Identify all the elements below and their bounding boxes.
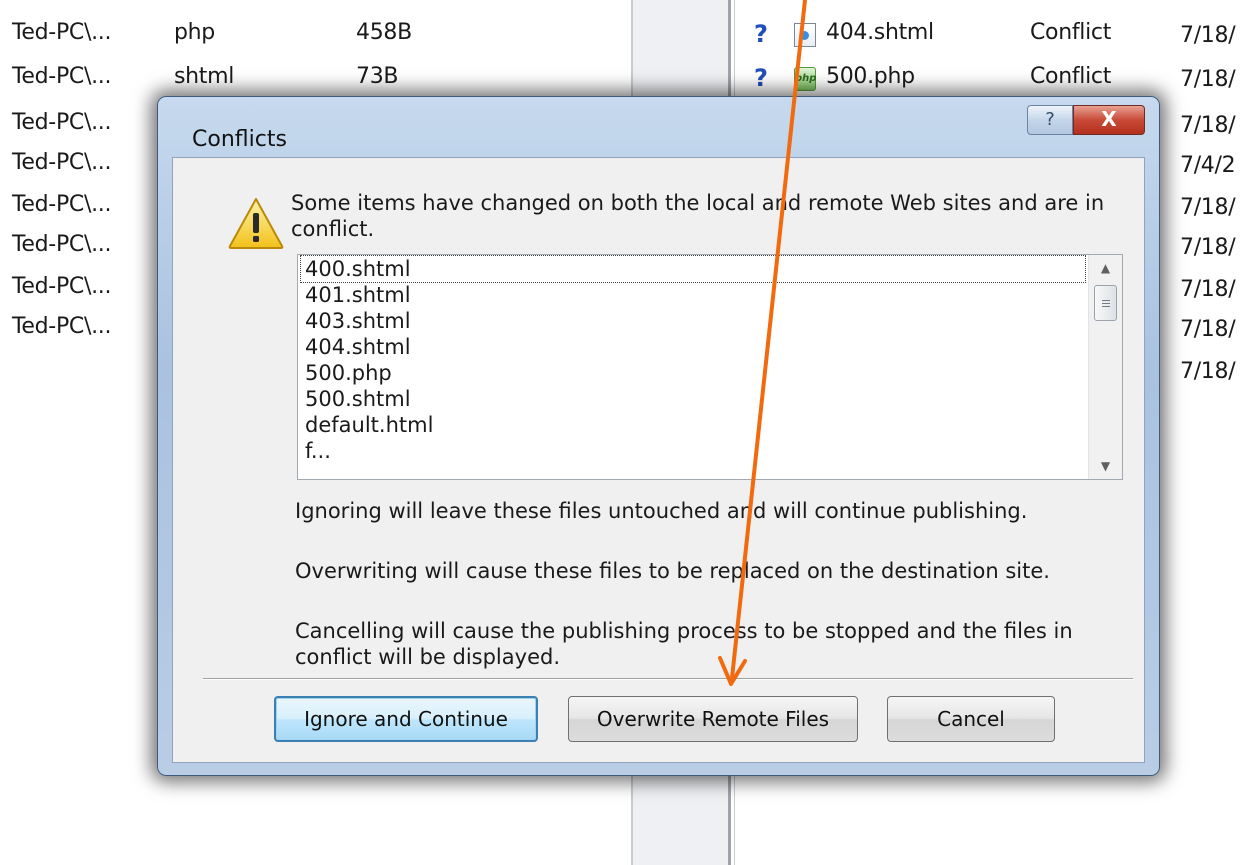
local-path: Ted-PC\...	[12, 192, 112, 217]
local-path: Ted-PC\...	[12, 232, 112, 257]
scroll-down-arrow-icon[interactable]: ▼	[1089, 453, 1122, 479]
list-item[interactable]: 401.shtml	[305, 282, 411, 308]
html-file-icon	[794, 23, 816, 47]
list-item[interactable]: f...	[305, 438, 331, 464]
remote-file-date: 7/18/	[1180, 113, 1236, 138]
local-row[interactable]: Ted-PC\... php 458B	[0, 20, 640, 54]
local-type: shtml	[174, 64, 235, 89]
local-path: Ted-PC\...	[12, 274, 112, 299]
local-path: Ted-PC\...	[12, 150, 112, 175]
grip-icon	[1102, 303, 1110, 304]
overwrite-explanation: Overwriting will cause these files to be…	[295, 559, 1050, 583]
list-item[interactable]: 400.shtml	[300, 255, 1086, 283]
remote-file-date: 7/18/	[1180, 277, 1236, 302]
local-type: php	[174, 20, 215, 45]
list-item[interactable]: default.html	[305, 412, 433, 438]
grip-icon	[1102, 306, 1110, 307]
dialog-title: Conflicts	[192, 127, 287, 152]
overwrite-remote-files-button[interactable]: Overwrite Remote Files	[568, 696, 858, 742]
remote-file-name: 500.php	[826, 64, 915, 89]
list-scrollbar[interactable]: ▲ ▼	[1088, 255, 1122, 479]
remote-file-status: Conflict	[1030, 64, 1112, 89]
close-button[interactable]: X	[1073, 105, 1145, 135]
remote-file-date: 7/18/	[1180, 23, 1236, 48]
ignore-explanation: Ignoring will leave these files untouche…	[295, 499, 1028, 523]
title-bar-buttons: ? X	[1027, 105, 1145, 135]
dialog-body: Some items have changed on both the loca…	[172, 157, 1145, 763]
scroll-thumb[interactable]	[1094, 285, 1117, 321]
warning-icon	[228, 198, 284, 249]
local-path: Ted-PC\...	[12, 64, 112, 89]
local-size: 73B	[356, 64, 399, 89]
ignore-and-continue-button[interactable]: Ignore and Continue	[274, 696, 538, 742]
list-item[interactable]: 403.shtml	[305, 308, 411, 334]
remote-file-date: 7/4/2	[1180, 153, 1236, 178]
cancel-explanation: Cancelling will cause the publishing pro…	[295, 619, 1073, 669]
question-mark-icon: ?	[754, 20, 768, 48]
local-path: Ted-PC\...	[12, 110, 112, 135]
list-item[interactable]: 500.shtml	[305, 386, 411, 412]
remote-file-date: 7/18/	[1180, 317, 1236, 342]
cancel-button[interactable]: Cancel	[887, 696, 1055, 742]
help-button[interactable]: ?	[1027, 105, 1073, 135]
remote-file-date: 7/18/	[1180, 195, 1236, 220]
conflict-file-list[interactable]: 400.shtml 401.shtml 403.shtml 404.shtml …	[297, 254, 1123, 480]
conflict-message: Some items have changed on both the loca…	[291, 191, 1105, 241]
remote-file-name: 404.shtml	[826, 20, 934, 45]
question-mark-icon: ?	[754, 64, 768, 92]
php-file-icon: php	[794, 67, 816, 91]
remote-file-status: Conflict	[1030, 20, 1112, 45]
list-item[interactable]: 500.php	[305, 360, 392, 386]
button-separator	[203, 678, 1133, 680]
local-row[interactable]: Ted-PC\... shtml 73B	[0, 64, 640, 98]
grip-icon	[1102, 300, 1110, 301]
local-path: Ted-PC\...	[12, 20, 112, 45]
scroll-up-arrow-icon[interactable]: ▲	[1089, 255, 1122, 281]
conflicts-dialog: Conflicts ? X Some items have changed on…	[157, 96, 1160, 776]
remote-file-date: 7/18/	[1180, 67, 1236, 92]
local-path: Ted-PC\...	[12, 314, 112, 339]
remote-file-date: 7/18/	[1180, 235, 1236, 260]
list-item[interactable]: 404.shtml	[305, 334, 411, 360]
local-size: 458B	[356, 20, 412, 45]
remote-file-date: 7/18/	[1180, 359, 1236, 384]
